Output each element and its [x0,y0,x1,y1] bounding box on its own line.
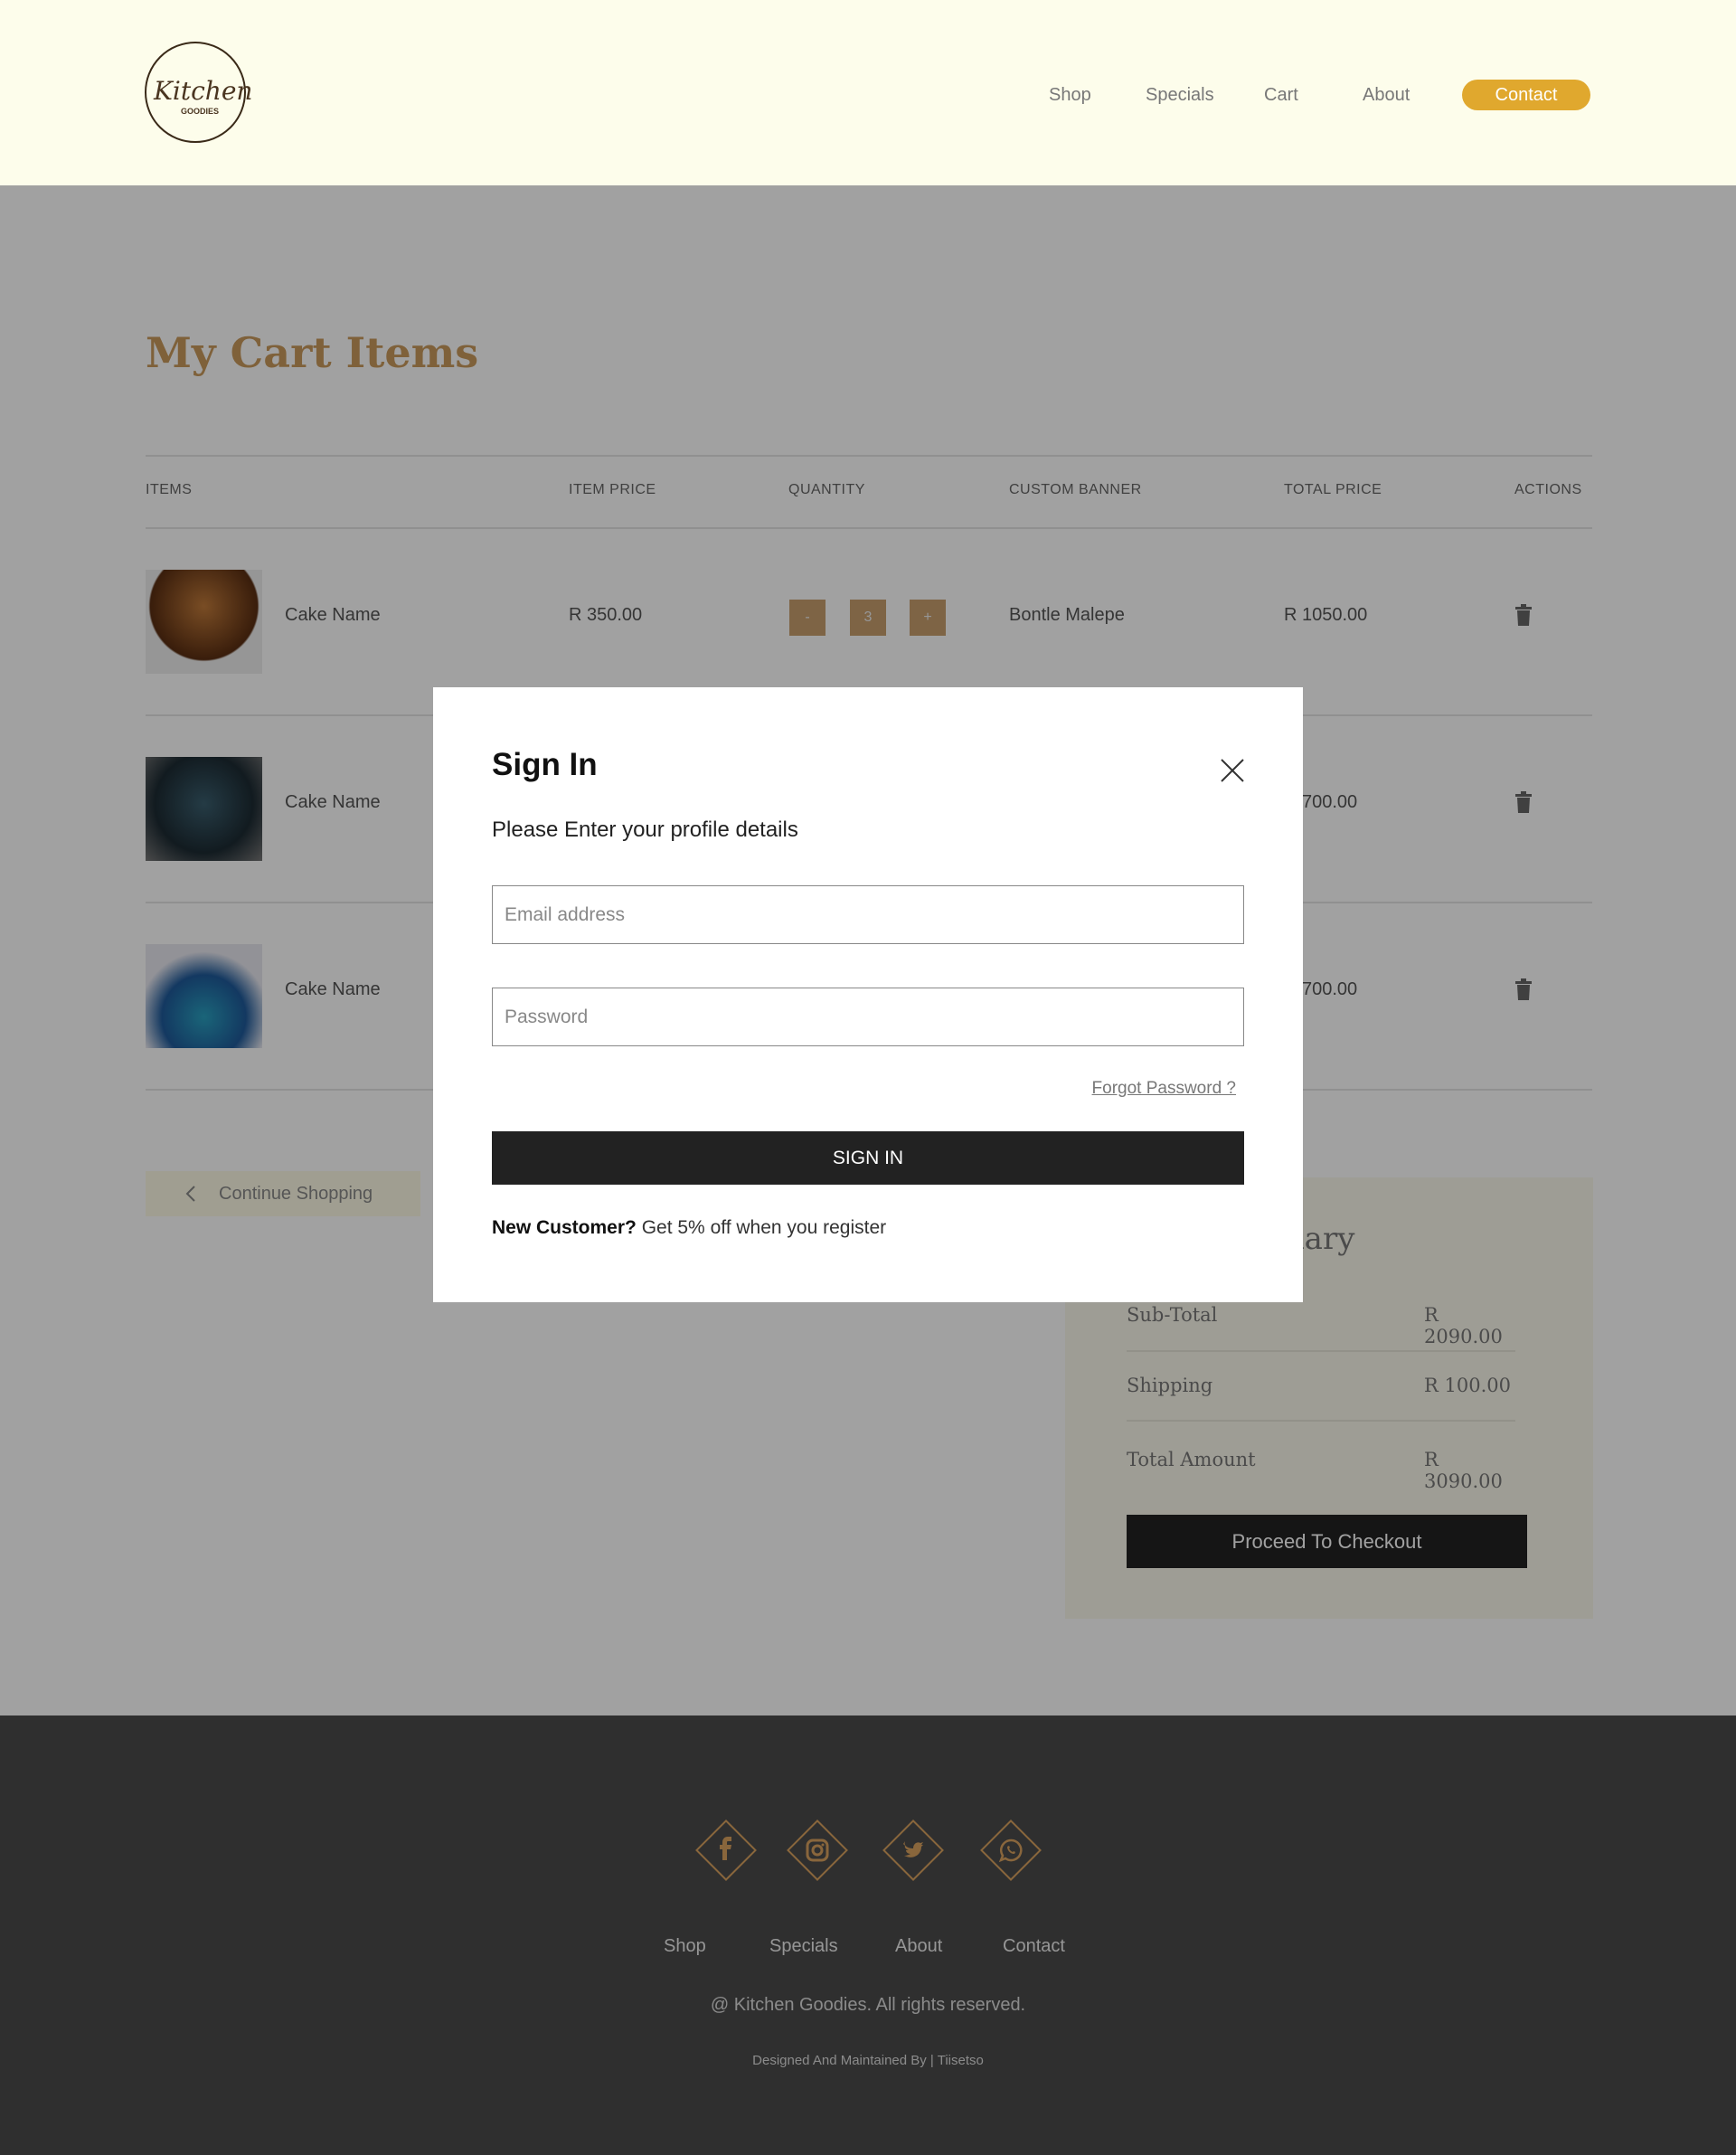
sign-in-button[interactable]: SIGN IN [492,1131,1244,1185]
nav-about[interactable]: About [1363,85,1410,106]
nav-shop[interactable]: Shop [1049,85,1091,106]
nav-specials[interactable]: Specials [1146,85,1214,106]
password-input[interactable] [492,988,1244,1046]
close-icon[interactable] [1220,758,1245,783]
new-customer-text: New Customer? Get 5% off when you regist… [492,1217,886,1239]
new-customer-label: New Customer? [492,1217,637,1238]
email-input[interactable] [492,885,1244,944]
modal-subtitle: Please Enter your profile details [492,818,798,842]
modal-title: Sign In [492,747,598,782]
register-offer[interactable]: Get 5% off when you register [637,1217,886,1238]
nav-cart[interactable]: Cart [1264,85,1298,106]
svg-text:GOODIES: GOODIES [181,107,219,116]
site-header: Kitchen GOODIES Shop Specials Cart About… [0,0,1736,185]
forgot-password-link[interactable]: Forgot Password ? [1092,1079,1236,1099]
logo[interactable]: Kitchen GOODIES [143,40,251,148]
contact-button[interactable]: Contact [1462,80,1590,110]
svg-text:Kitchen: Kitchen [153,76,251,106]
sign-in-modal: Sign In Please Enter your profile detail… [433,687,1303,1302]
